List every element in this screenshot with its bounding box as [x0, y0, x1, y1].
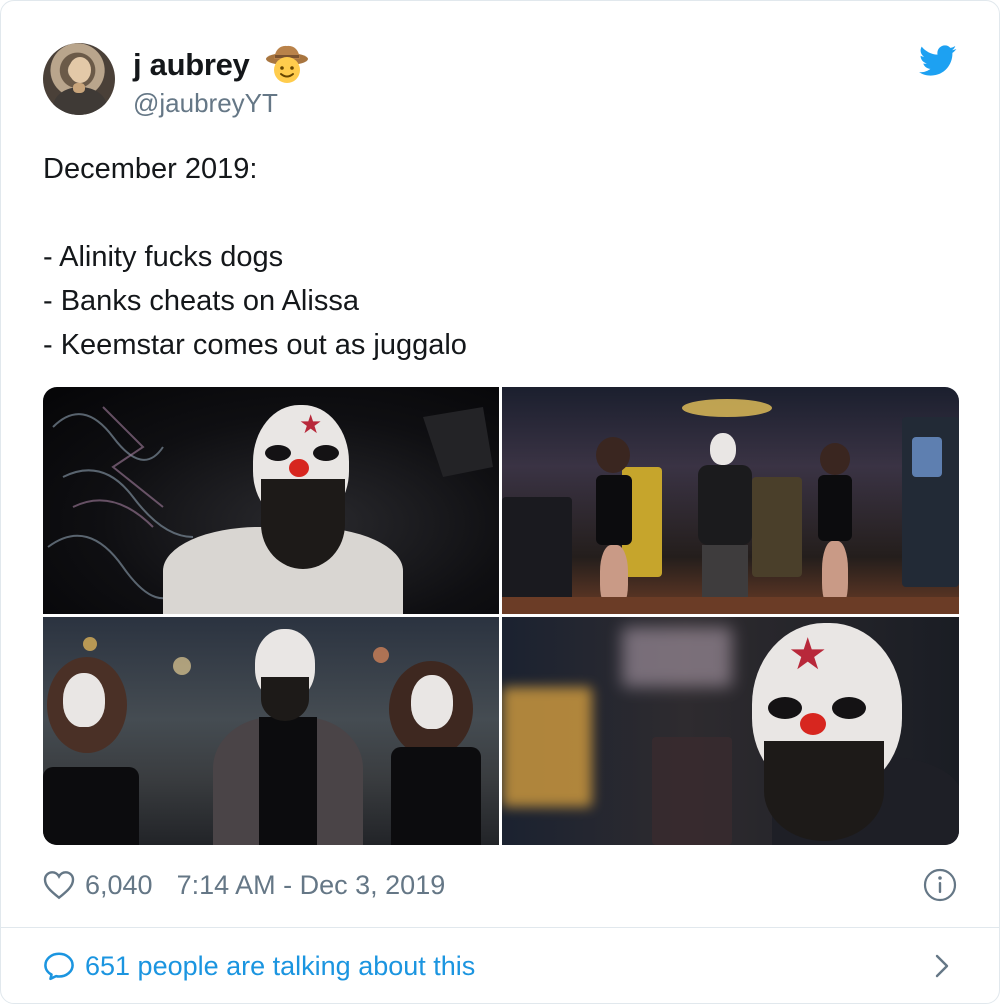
floor: [502, 597, 959, 614]
media-image-1[interactable]: ★: [43, 387, 499, 614]
speech-bubble-icon: [44, 952, 74, 981]
dancer-outfit: [596, 475, 632, 545]
heart-icon[interactable]: [43, 870, 75, 900]
media-grid: ★ ★: [43, 387, 959, 845]
avatar-hand: [73, 83, 85, 93]
chevron-right-icon[interactable]: [931, 953, 953, 979]
tweet-timestamp[interactable]: 7:14 AM - Dec 3, 2019: [177, 870, 446, 901]
ceiling-light: [682, 399, 772, 417]
painted-face: [63, 673, 105, 727]
dancer-hair: [820, 443, 850, 475]
blurred-screen: [622, 627, 732, 687]
footer-divider: [1, 927, 999, 928]
red-nose: [800, 713, 826, 735]
painted-eye: [832, 697, 866, 719]
black-shirt: [259, 717, 317, 845]
dancer-hair: [596, 437, 630, 473]
beard: [261, 677, 309, 721]
woman-outfit: [391, 747, 481, 845]
tweet-card: j aubrey @jaubreyYT December 2019: - Ali…: [0, 0, 1000, 1004]
user-display-name[interactable]: j aubrey: [133, 47, 250, 83]
tweet-line: - Keemstar comes out as juggalo: [43, 329, 467, 361]
bokeh-light: [83, 637, 97, 651]
info-icon[interactable]: [923, 868, 957, 902]
beard: [261, 479, 345, 569]
painted-eye: [313, 445, 339, 461]
star-face-paint: ★: [788, 630, 828, 679]
arcade-screen: [912, 437, 942, 477]
twitter-bird-icon[interactable]: [919, 45, 957, 77]
tweet-line: - Banks cheats on Alissa: [43, 285, 359, 317]
user-handle[interactable]: @jaubreyYT: [133, 87, 278, 119]
conversation-count-text[interactable]: 651 people are talking about this: [85, 951, 475, 982]
tweet-text: December 2019: - Alinity fucks dogs - Ba…: [43, 147, 943, 367]
tweet-line: December 2019:: [43, 153, 258, 185]
painted-eye: [265, 445, 291, 461]
bokeh-light: [373, 647, 389, 663]
avatar[interactable]: [43, 43, 115, 115]
media-image-3[interactable]: [43, 617, 499, 845]
arcade-cabinet: [752, 477, 802, 577]
like-count[interactable]: 6,040: [85, 870, 153, 901]
painted-face: [411, 675, 453, 729]
painted-face: [710, 433, 736, 465]
star-face-paint: ★: [299, 409, 323, 439]
media-image-2[interactable]: [502, 387, 959, 614]
blurred-screen: [652, 737, 732, 845]
media-image-4[interactable]: ★: [502, 617, 959, 845]
avatar-face: [69, 57, 91, 83]
tweet-meta: 6,040 7:14 AM - Dec 3, 2019: [43, 867, 445, 903]
bokeh-light: [173, 657, 191, 675]
man-outfit: [698, 465, 752, 545]
beard: [764, 741, 884, 841]
painted-eye: [768, 697, 802, 719]
woman-outfit: [43, 767, 139, 845]
cowboy-hat-face-icon: [266, 45, 308, 83]
blurred-screen: [502, 687, 592, 807]
tweet-line: - Alinity fucks dogs: [43, 241, 284, 273]
dancer-outfit: [818, 475, 852, 541]
red-nose: [289, 459, 309, 477]
conversation-link[interactable]: 651 people are talking about this: [43, 947, 475, 985]
